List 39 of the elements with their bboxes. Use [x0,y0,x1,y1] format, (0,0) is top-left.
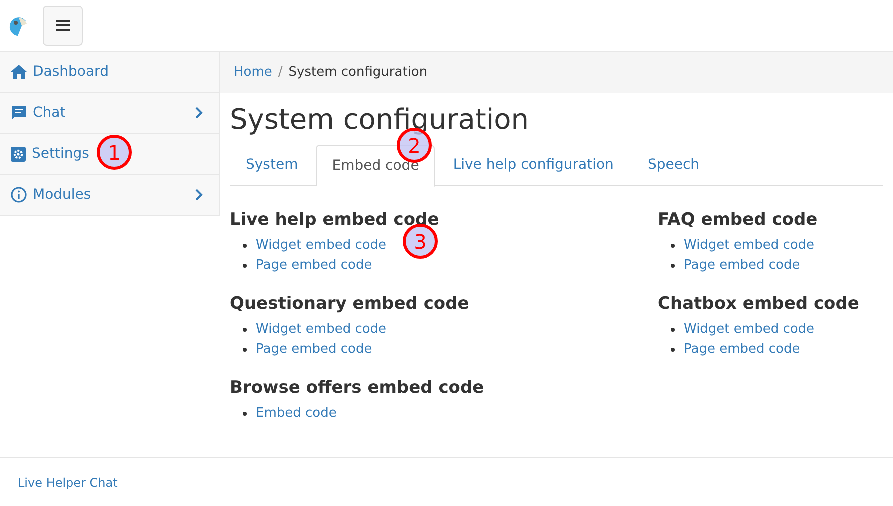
embed-link[interactable]: Page embed code [684,340,800,360]
tab[interactable]: Speech [632,145,716,186]
embed-link[interactable]: Embed code [256,404,337,424]
bullet-icon [243,244,247,248]
section-heading: FAQ embed code [658,210,819,230]
bullet-icon [243,328,247,332]
info-icon [11,187,27,203]
step-marker: 3 [403,224,438,259]
embed-link[interactable]: Page embed code [684,256,800,276]
section-heading: Browse offers embed code [230,378,486,398]
embed-link[interactable]: Page embed code [256,256,372,276]
section-heading: Questionary embed code [230,294,470,314]
bullet-icon [671,348,675,352]
sidebar-item[interactable]: Modules [0,175,220,216]
tab[interactable]: Live help configuration [437,145,630,186]
embed-link[interactable]: Widget embed code [684,236,815,256]
bullet-icon [671,244,675,248]
bullet-icon [243,348,247,352]
menu-icon [56,20,70,31]
embed-link[interactable]: Widget embed code [256,236,387,256]
breadcrumb-link[interactable]: Home [234,62,272,82]
home-icon [11,65,27,79]
tab[interactable]: System [230,145,314,186]
sidebar-item[interactable]: Chat [0,93,220,134]
embed-link[interactable]: Page embed code [256,340,372,360]
bullet-icon [243,412,247,416]
breadcrumb-current: System configuration [288,64,428,82]
section-heading: Chatbox embed code [658,294,860,314]
embed-link[interactable]: Widget embed code [256,320,387,340]
breadcrumb-separator: / [277,64,284,82]
bullet-icon [671,264,675,268]
bullet-icon [671,328,675,332]
sidebar-item[interactable]: Dashboard [0,52,220,93]
bullet-icon [243,264,247,268]
gear-icon [11,146,26,162]
chat-icon [11,105,27,121]
menu-button[interactable] [43,6,83,46]
footer-link[interactable]: Live Helper Chat [18,476,118,490]
embed-link[interactable]: Widget embed code [684,320,815,340]
